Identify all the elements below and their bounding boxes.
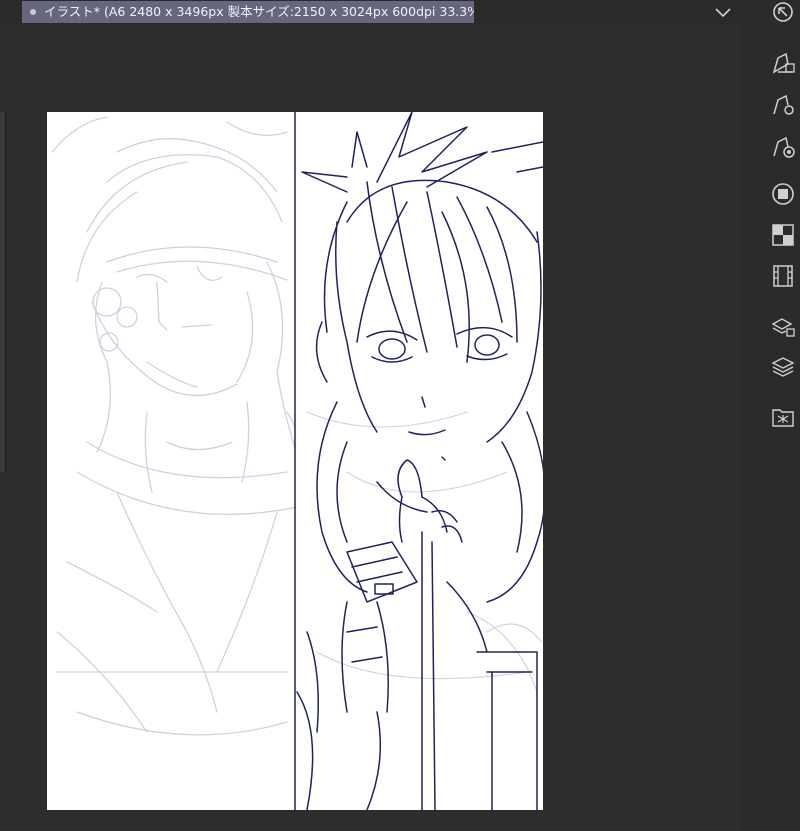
left-panel-edge[interactable] xyxy=(0,112,6,472)
navigator-icon[interactable] xyxy=(770,0,796,26)
layer-icon[interactable] xyxy=(770,354,796,380)
document-tab-bar: イラスト* (A6 2480 x 3496px 製本サイズ:2150 x 302… xyxy=(0,0,740,24)
canvas-paper[interactable] xyxy=(47,112,543,810)
tool-property-icon[interactable] xyxy=(770,50,796,76)
animation-timeline-icon[interactable] xyxy=(770,263,796,289)
brush-size-icon[interactable] xyxy=(770,134,796,160)
document-tab-title: イラスト* (A6 2480 x 3496px 製本サイズ:2150 x 302… xyxy=(44,4,474,19)
color-set-icon[interactable] xyxy=(770,222,796,248)
material-icon[interactable] xyxy=(770,404,796,430)
sketch-artwork xyxy=(51,112,543,810)
color-circle-icon[interactable] xyxy=(770,181,796,207)
unsaved-dot-icon xyxy=(30,8,36,15)
sub-tool-detail-icon[interactable] xyxy=(770,92,796,118)
tab-menu-chevron-down-icon[interactable] xyxy=(712,2,734,22)
layer-property-icon[interactable] xyxy=(770,313,796,339)
document-tab[interactable]: イラスト* (A6 2480 x 3496px 製本サイズ:2150 x 302… xyxy=(22,1,474,23)
